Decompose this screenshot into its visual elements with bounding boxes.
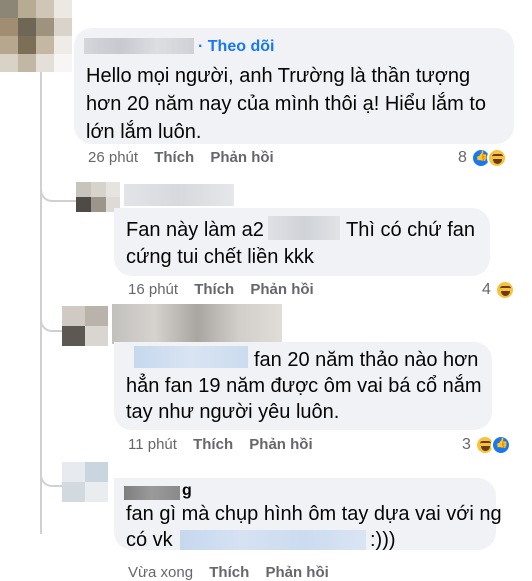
mention-blurred[interactable] bbox=[268, 216, 340, 240]
comment-meta: 26 phút Thích Phản hồi bbox=[88, 149, 274, 166]
timestamp[interactable]: 11 phút bbox=[128, 436, 177, 453]
timestamp[interactable]: Vừa xong bbox=[128, 564, 193, 581]
reaction-count: 8 bbox=[458, 149, 467, 166]
comment-text-part1: fan gì mà chụp hình ôm tay dựa vai với n… bbox=[126, 503, 502, 525]
follow-link[interactable]: · Theo dõi bbox=[198, 38, 274, 56]
author-name-blurred[interactable] bbox=[84, 38, 194, 54]
reply-button[interactable]: Phản hồi bbox=[210, 149, 273, 166]
avatar[interactable] bbox=[62, 462, 108, 502]
comment-text-part1: fan 20 năm thảo nào hơn bbox=[254, 349, 479, 371]
reaction-summary[interactable]: 3 bbox=[462, 435, 511, 455]
like-button[interactable]: Thích bbox=[193, 436, 233, 453]
like-button[interactable]: Thích bbox=[154, 149, 194, 166]
thread-elbow-2 bbox=[40, 300, 62, 332]
avatar[interactable] bbox=[0, 0, 72, 72]
like-icon bbox=[490, 435, 511, 455]
avatar[interactable] bbox=[62, 306, 108, 346]
author-name-blurred[interactable] bbox=[124, 184, 234, 206]
comment-meta: 16 phút Thích Phản hồi bbox=[128, 281, 314, 298]
comment-meta: 11 phút Thích Phản hồi bbox=[128, 436, 313, 453]
comment-text-part2: có vk bbox=[126, 529, 173, 551]
reply-button[interactable]: Phản hồi bbox=[250, 281, 313, 298]
reply-button[interactable]: Phản hồi bbox=[265, 564, 328, 581]
mention-blurred[interactable] bbox=[134, 346, 248, 368]
reaction-summary[interactable]: 4 bbox=[482, 280, 515, 300]
author-name-blurred[interactable] bbox=[124, 486, 180, 500]
reaction-count: 4 bbox=[482, 281, 491, 298]
comment-text: Hello mọi người, anh Trường là thần tượn… bbox=[86, 65, 486, 143]
comment-text-part2: hẳn fan 19 năm được ôm vai bá cổ nắm bbox=[126, 375, 482, 397]
thread-elbow-1 bbox=[40, 170, 78, 202]
reaction-summary[interactable]: 8 bbox=[458, 148, 507, 168]
comment-text-part1: Fan này làm a2 bbox=[126, 219, 264, 241]
timestamp[interactable]: 26 phút bbox=[88, 149, 138, 166]
comment-text-part3: tay như người yêu luôn. bbox=[126, 401, 340, 423]
comment-meta: Vừa xong Thích Phản hồi bbox=[128, 564, 329, 581]
comment-text-part3: cứng tui chết liền kkk bbox=[126, 246, 314, 268]
author-name-blurred[interactable] bbox=[112, 304, 282, 344]
reply-button[interactable]: Phản hồi bbox=[249, 436, 312, 453]
reaction-count: 3 bbox=[462, 436, 471, 453]
comment-text-part2: Thì có chứ fan bbox=[346, 219, 476, 241]
author-name-tail: g bbox=[182, 482, 192, 499]
comment-text-part3: :))) bbox=[370, 529, 396, 551]
timestamp[interactable]: 16 phút bbox=[128, 281, 178, 298]
like-button[interactable]: Thích bbox=[194, 281, 234, 298]
haha-icon bbox=[494, 280, 515, 300]
thread-elbow-3 bbox=[40, 455, 62, 487]
haha-icon bbox=[486, 148, 507, 168]
mention-blurred[interactable] bbox=[180, 530, 366, 550]
like-button[interactable]: Thích bbox=[209, 564, 249, 581]
